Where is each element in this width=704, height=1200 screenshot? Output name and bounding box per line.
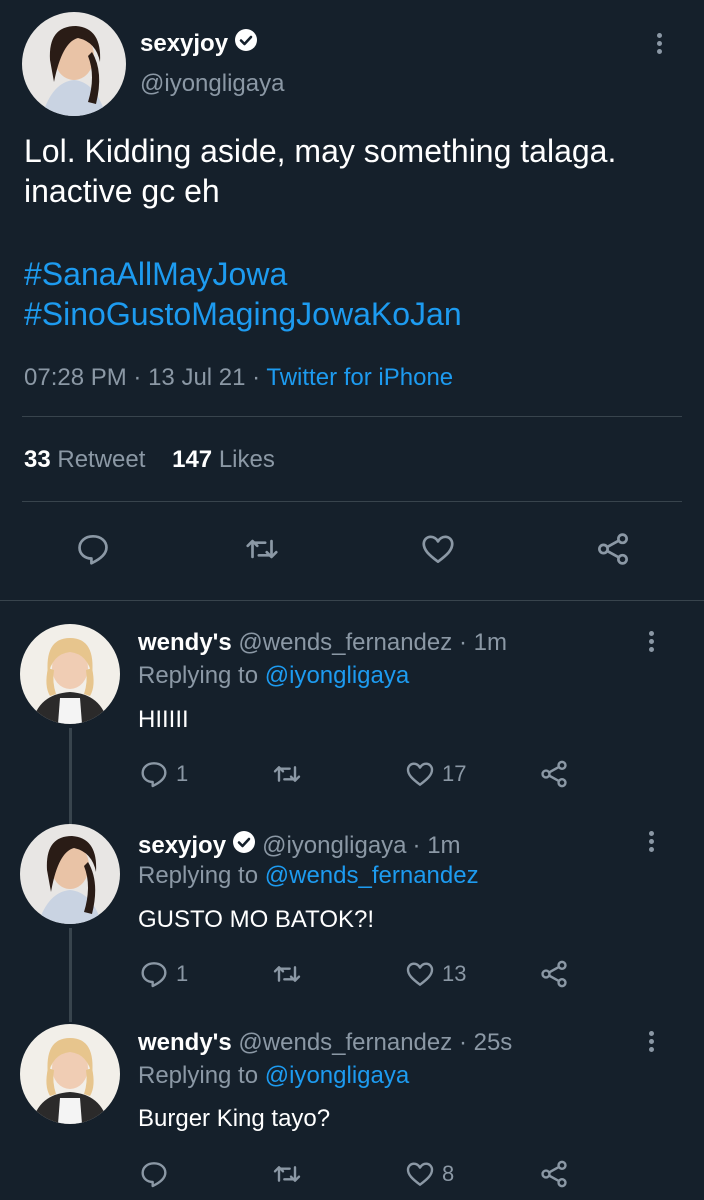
thread-line	[69, 728, 72, 826]
handle[interactable]: @iyongligaya	[262, 832, 406, 860]
share-icon[interactable]	[594, 530, 632, 568]
likes-stat[interactable]: 147 Likes	[172, 446, 275, 473]
mention-link[interactable]: @iyongligaya	[265, 1062, 409, 1089]
retweet-button[interactable]	[270, 1158, 310, 1190]
mention-link[interactable]: @iyongligaya	[265, 662, 409, 689]
tweet-time: 07:28 PM	[24, 364, 127, 391]
mention-link[interactable]: @wends_fernandez	[265, 862, 479, 889]
reply-button[interactable]: 1	[138, 758, 188, 790]
hashtag-link[interactable]: #SinoGustoMagingJowaKoJan	[24, 294, 462, 334]
reply-button[interactable]: 1	[138, 958, 188, 990]
share-button[interactable]	[538, 958, 570, 990]
tweet-stats: 33 Retweet 147 Likes	[24, 446, 275, 474]
reply-icon	[138, 958, 170, 990]
divider	[22, 501, 682, 502]
avatar[interactable]	[20, 824, 120, 924]
verified-badge-icon	[232, 830, 256, 861]
avatar[interactable]	[22, 12, 126, 116]
retweet-icon	[270, 758, 304, 790]
retweet-button[interactable]	[270, 758, 310, 790]
handle[interactable]: @iyongligaya	[140, 70, 284, 98]
verified-badge-icon	[234, 28, 258, 59]
share-icon	[538, 958, 570, 990]
reply-icon[interactable]	[74, 530, 112, 568]
like-button[interactable]: 17	[404, 758, 466, 790]
tweet-time: · 1m	[412, 831, 461, 859]
tweet-text: HIIIII	[138, 706, 189, 733]
reply-icon	[138, 1158, 170, 1190]
tweet-text: Burger King tayo?	[138, 1105, 331, 1132]
retweet-icon	[270, 1158, 304, 1190]
divider	[0, 600, 704, 601]
thread-line	[69, 928, 72, 1022]
more-options-icon[interactable]	[645, 628, 657, 658]
share-button[interactable]	[538, 1158, 570, 1190]
tweet-time: · 1m	[458, 629, 507, 656]
retweet-stat[interactable]: 33 Retweet	[24, 446, 152, 473]
more-options-icon[interactable]	[645, 828, 657, 858]
tweet-source[interactable]: Twitter for iPhone	[266, 364, 453, 391]
like-icon	[404, 1158, 436, 1190]
like-icon[interactable]	[419, 530, 457, 568]
tweet-time: · 25s	[458, 1029, 513, 1056]
share-icon	[538, 758, 570, 790]
display-name[interactable]: wendy's	[138, 1029, 232, 1056]
handle[interactable]: @wends_fernandez	[238, 1029, 452, 1056]
like-icon	[404, 758, 436, 790]
more-options-icon[interactable]	[645, 1028, 657, 1058]
avatar[interactable]	[20, 1024, 120, 1124]
display-name[interactable]: sexyjoy	[140, 30, 228, 58]
like-count: 13	[442, 961, 467, 986]
like-button[interactable]: 8	[404, 1158, 454, 1190]
divider	[22, 416, 682, 417]
reply-button[interactable]	[138, 1158, 176, 1190]
tweet-date: 13 Jul 21	[148, 364, 246, 391]
retweet-button[interactable]	[270, 958, 310, 990]
share-icon	[538, 1158, 570, 1190]
like-count: 17	[442, 761, 467, 786]
handle[interactable]: @wends_fernandez	[238, 629, 452, 656]
like-button[interactable]: 13	[404, 958, 466, 990]
tweet-text: GUSTO MO BATOK?!	[138, 906, 375, 933]
display-name[interactable]: sexyjoy	[138, 832, 226, 860]
retweet-icon	[270, 958, 304, 990]
more-options-icon[interactable]	[653, 30, 665, 60]
tweet-meta: 07:28 PM · 13 Jul 21 · Twitter for iPhon…	[24, 364, 454, 391]
retweet-icon[interactable]	[243, 530, 281, 568]
like-count: 8	[442, 1161, 455, 1186]
hashtags: #SanaAllMayJowa #SinoGustoMagingJowaKoJa…	[24, 254, 462, 334]
reply-count: 1	[176, 761, 189, 786]
avatar[interactable]	[20, 624, 120, 724]
tweet-text: Lol. Kidding aside, may something talaga…	[24, 133, 617, 209]
display-name[interactable]: wendy's	[138, 629, 232, 656]
reply-count: 1	[176, 961, 189, 986]
reply-icon	[138, 758, 170, 790]
share-button[interactable]	[538, 758, 570, 790]
hashtag-link[interactable]: #SanaAllMayJowa	[24, 254, 462, 294]
like-icon	[404, 958, 436, 990]
